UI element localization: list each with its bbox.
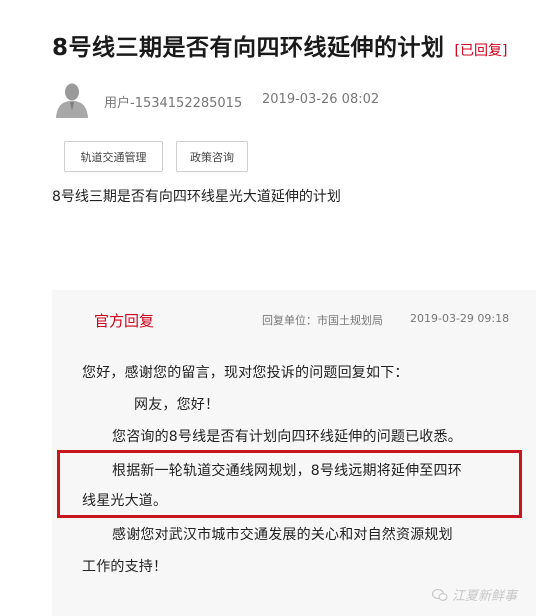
user-name[interactable]: 用户-1534152285015 xyxy=(104,92,242,111)
reply-line: 您咨询的8号线是否有计划向四环线延伸的问题已收悉。 xyxy=(112,429,462,445)
reply-line: 工作的支持！ xyxy=(82,559,168,575)
post-content: 8号线三期是否有向四环线星光大道延伸的计划 xyxy=(52,189,341,205)
tag-policy-consult[interactable]: 政策咨询 xyxy=(176,141,248,172)
highlight-box xyxy=(57,450,522,518)
post-time: 2019-03-26 08:02 xyxy=(262,92,380,107)
tag-rail-transit[interactable]: 轨道交通管理 xyxy=(64,141,163,172)
user-silhouette-icon xyxy=(54,80,90,118)
watermark: 江夏新鲜事 xyxy=(432,585,517,604)
reply-time: 2019-03-29 09:18 xyxy=(410,312,510,325)
wechat-logo-icon xyxy=(432,588,448,601)
reply-line: 您好，感谢您的留言，现对您投诉的问题回复如下： xyxy=(82,365,409,381)
reply-line: 网友，您好！ xyxy=(134,397,220,413)
avatar xyxy=(54,80,90,118)
watermark-text: 江夏新鲜事 xyxy=(452,589,518,604)
status-badge: [已回复] xyxy=(454,43,508,59)
post-header: 8号线三期是否有向四环线延伸的计划 [已回复] xyxy=(52,28,532,62)
reply-unit: 回复单位：市国土规划局 xyxy=(262,314,383,327)
reply-line: 感谢您对武汉市城市交通发展的关心和对自然资源规划 xyxy=(112,527,453,543)
official-reply-label: 官方回复 xyxy=(94,312,155,330)
post-title: 8号线三期是否有向四环线延伸的计划 xyxy=(52,35,445,61)
